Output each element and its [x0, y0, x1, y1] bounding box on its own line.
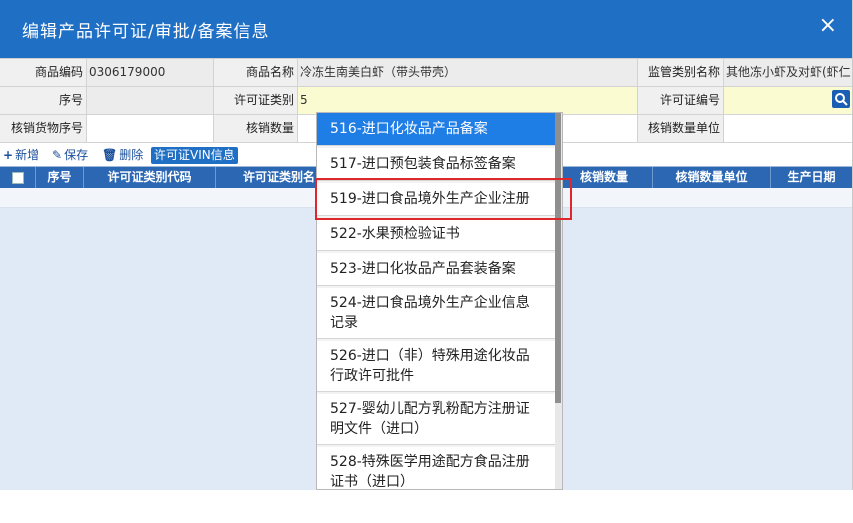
dropdown-option-label: 523-进口化妆品产品套装备案 [330, 261, 516, 277]
dialog-titlebar: 编辑产品许可证/审批/备案信息 × [0, 0, 852, 58]
dropdown-option[interactable]: 528-特殊医学用途配方食品注册 证书（进口） [317, 447, 557, 490]
seq-field [87, 87, 214, 115]
dialog-title: 编辑产品许可证/审批/备案信息 [22, 22, 270, 42]
product-name-field: 冷冻生南美白虾（带头带壳） [298, 59, 638, 87]
trash-icon: 🗑 [102, 148, 118, 162]
dropdown-scrollbar[interactable] [555, 113, 562, 489]
dropdown-option-label: 522-水果预检验证书 [330, 226, 460, 242]
license-type-label: 许可证类别 [214, 87, 298, 115]
seq-label: 序号 [0, 87, 87, 115]
product-name-label: 商品名称 [214, 59, 298, 87]
delete-button-label: 删除 [119, 148, 144, 162]
select-all-checkbox[interactable] [0, 167, 36, 188]
writeoff-unit-input[interactable] [724, 115, 852, 143]
col-header-seq: 序号 [36, 167, 84, 188]
dropdown-option[interactable]: 519-进口食品境外生产企业注册 [317, 183, 557, 216]
save-button[interactable]: ✎ 保存 [52, 147, 88, 164]
dropdown-option-label: 516-进口化妆品产品备案 [330, 121, 488, 137]
edit-icon: ✎ [52, 148, 63, 162]
license-type-input[interactable]: 5 [298, 87, 638, 115]
dropdown-option-label: 528-特殊医学用途配方食品注册 [330, 454, 530, 470]
license-type-dropdown[interactable]: 516-进口化妆品产品备案 517-进口预包装食品标签备案 519-进口食品境外生产… [316, 112, 563, 490]
add-button[interactable]: + 新增 [3, 147, 39, 164]
col-header-writeoff-qty: 核销数量 [556, 167, 653, 188]
dropdown-option-label: 527-婴幼儿配方乳粉配方注册证 [330, 401, 530, 417]
close-icon[interactable]: × [819, 14, 837, 38]
writeoff-unit-label: 核销数量单位 [638, 115, 724, 143]
dropdown-option-label: 524-进口食品境外生产企业信息 [330, 295, 530, 311]
supervision-category-field: 其他冻小虾及对虾(虾仁 [724, 59, 852, 87]
product-code-label: 商品编码 [0, 59, 87, 87]
plus-icon: + [3, 148, 14, 162]
save-button-label: 保存 [64, 148, 89, 162]
dropdown-option[interactable]: 523-进口化妆品产品套装备案 [317, 253, 557, 286]
dropdown-option[interactable]: 516-进口化妆品产品备案 [317, 113, 557, 146]
dropdown-option[interactable]: 526-进口（非）特殊用途化妆品 行政许可批件 [317, 341, 557, 392]
dropdown-option[interactable]: 522-水果预检验证书 [317, 218, 557, 251]
add-button-label: 新增 [15, 148, 40, 162]
dropdown-option-label: 526-进口（非）特殊用途化妆品 [330, 348, 530, 364]
writeoff-qty-label: 核销数量 [214, 115, 298, 143]
writeoff-seq-input[interactable] [87, 115, 214, 143]
dropdown-option-label: 记录 [330, 315, 358, 331]
dropdown-option-label: 明文件（进口） [330, 421, 428, 437]
col-header-writeoff-unit: 核销数量单位 [653, 167, 771, 188]
search-icon[interactable] [832, 90, 850, 108]
dropdown-option-label: 行政许可批件 [330, 368, 414, 384]
dropdown-option[interactable]: 517-进口预包装食品标签备案 [317, 148, 557, 181]
writeoff-seq-label: 核销货物序号 [0, 115, 87, 143]
dropdown-option-label: 517-进口预包装食品标签备案 [330, 156, 516, 172]
dropdown-option[interactable]: 527-婴幼儿配方乳粉配方注册证 明文件（进口） [317, 394, 557, 445]
license-vin-button[interactable]: 许可证VIN信息 [151, 147, 238, 164]
product-code-field: 0306179000 [87, 59, 214, 87]
delete-button[interactable]: 🗑 删除 [102, 147, 143, 164]
col-header-production-date: 生产日期 [771, 167, 852, 188]
dropdown-option-label: 519-进口食品境外生产企业注册 [330, 191, 530, 207]
dropdown-option[interactable]: 524-进口食品境外生产企业信息 记录 [317, 288, 557, 339]
license-dialog: 编辑产品许可证/审批/备案信息 × 商品编码 0306179000 商品名称 冷… [0, 0, 853, 490]
license-no-input[interactable] [724, 87, 852, 115]
col-header-type-code: 许可证类别代码 [84, 167, 216, 188]
dropdown-scroll-thumb[interactable] [555, 113, 561, 403]
license-no-label: 许可证编号 [638, 87, 724, 115]
dropdown-option-label: 证书（进口） [330, 474, 414, 490]
supervision-category-label: 监管类别名称 [638, 59, 724, 87]
